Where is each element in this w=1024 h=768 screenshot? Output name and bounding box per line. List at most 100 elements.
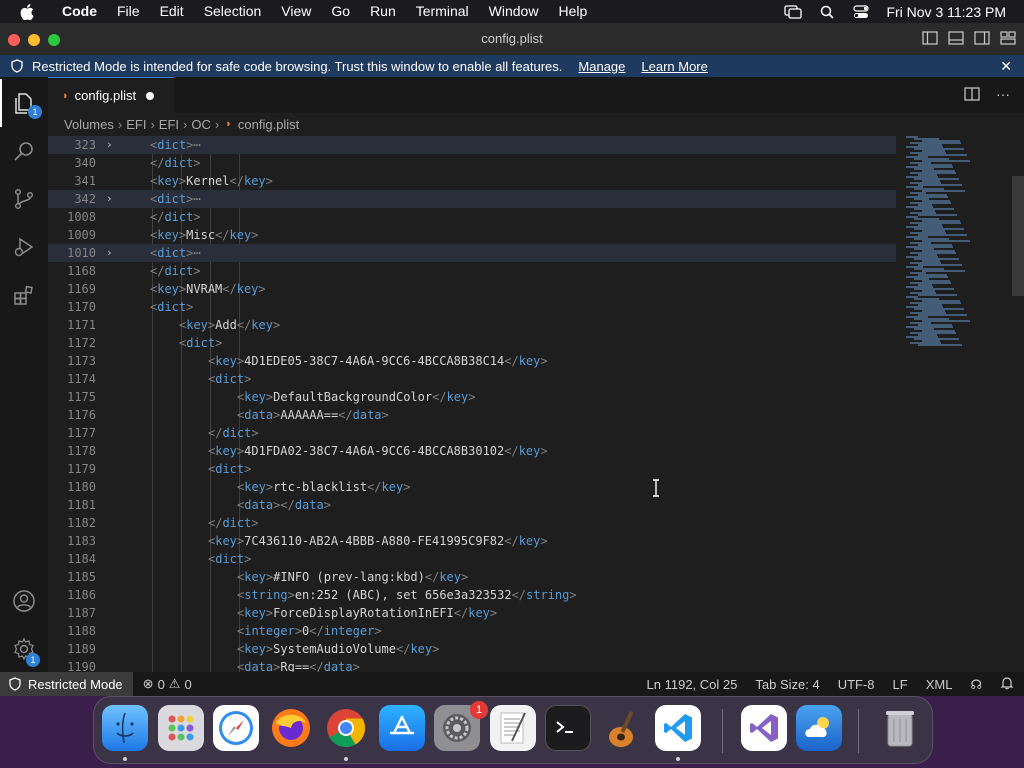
toggle-secondary-sidebar-icon[interactable] — [974, 31, 990, 45]
toggle-panel-icon[interactable] — [948, 31, 964, 45]
menubar-clock[interactable]: Fri Nov 3 11:23 PM — [886, 4, 1006, 20]
code-line[interactable]: 1184 <dict> — [48, 550, 896, 568]
code-line[interactable]: 1189 <key>SystemAudioVolume</key> — [48, 640, 896, 658]
encoding-status[interactable]: UTF-8 — [838, 677, 875, 692]
menu-app-name[interactable]: Code — [52, 0, 107, 23]
code-line[interactable]: 1188 <integer>0</integer> — [48, 622, 896, 640]
code-line[interactable]: 1179 <dict> — [48, 460, 896, 478]
explorer-icon[interactable]: 1 — [0, 79, 48, 127]
safari-icon[interactable] — [213, 705, 259, 751]
code-line[interactable]: 340 </dict> — [48, 154, 896, 172]
menu-run[interactable]: Run — [360, 0, 406, 23]
notifications-bell-icon[interactable] — [1000, 676, 1014, 693]
folded-code-line[interactable]: 342 › <dict>⋯ — [48, 190, 896, 208]
manage-gear-icon[interactable]: 1 — [0, 625, 48, 673]
menu-view[interactable]: View — [271, 0, 321, 23]
code-line[interactable]: 1180 <key>rtc-blacklist</key> — [48, 478, 896, 496]
run-and-debug-icon[interactable] — [0, 223, 48, 271]
breadcrumb-file[interactable]: config.plist — [238, 117, 299, 132]
manage-link[interactable]: Manage — [578, 59, 625, 74]
terminal-icon[interactable] — [545, 705, 591, 751]
folded-code-line[interactable]: 323 › <dict>⋯ — [48, 136, 896, 154]
code-line[interactable]: 1169 <key>NVRAM</key> — [48, 280, 896, 298]
code-editor[interactable]: 323 › <dict>⋯ 340 </dict> 341 <key>Kernel</key… — [48, 136, 1024, 672]
code-line[interactable]: 1173 <key>4D1EDE05-38C7-4A6A-9CC6-4BCCA8B… — [48, 352, 896, 370]
vertical-scrollbar[interactable] — [1012, 176, 1024, 296]
customize-layout-icon[interactable] — [1000, 31, 1016, 45]
trash-icon[interactable] — [877, 705, 923, 751]
restricted-mode-status[interactable]: Restricted Mode — [0, 672, 133, 696]
visual-studio-icon[interactable] — [741, 705, 787, 751]
menu-selection[interactable]: Selection — [194, 0, 272, 23]
eol-status[interactable]: LF — [893, 677, 908, 692]
code-line[interactable]: 341 <key>Kernel</key> — [48, 172, 896, 190]
folded-code-line[interactable]: 1010 › <dict>⋯ — [48, 244, 896, 262]
tag-name: integer — [244, 624, 295, 638]
code-line[interactable]: 1176 <data>AAAAAA==</data> — [48, 406, 896, 424]
menu-window[interactable]: Window — [479, 0, 549, 23]
menu-file[interactable]: File — [107, 0, 150, 23]
feedback-icon[interactable]: ☊ — [970, 677, 982, 693]
code-line[interactable]: 1172 <dict> — [48, 334, 896, 352]
breadcrumb-efi-2[interactable]: EFI — [159, 117, 179, 132]
search-icon[interactable] — [0, 127, 48, 175]
code-line[interactable]: 1178 <key>4D1FDA02-38C7-4A6A-9CC6-4BCCA8B… — [48, 442, 896, 460]
garageband-icon[interactable] — [600, 705, 646, 751]
code-line[interactable]: 1183 <key>7C436110-AB2A-4BBB-A880-FE41995… — [48, 532, 896, 550]
menu-terminal[interactable]: Terminal — [406, 0, 479, 23]
apple-icon[interactable] — [18, 3, 36, 20]
problems-status[interactable]: ⊗ 0 ⚠ 0 — [143, 676, 192, 692]
app-store-icon[interactable] — [379, 705, 425, 751]
extensions-icon[interactable] — [0, 271, 48, 319]
source-control-icon[interactable] — [0, 175, 48, 223]
code-line[interactable]: 1185 <key>#INFO (prev-lang:kbd)</key> — [48, 568, 896, 586]
code-line[interactable]: 1182 </dict> — [48, 514, 896, 532]
line-number: 1169 — [67, 282, 96, 296]
menu-go[interactable]: Go — [321, 0, 360, 23]
fold-chevron-icon[interactable]: › — [106, 190, 116, 208]
launchpad-icon[interactable] — [158, 705, 204, 751]
tab-size-status[interactable]: Tab Size: 4 — [755, 677, 819, 692]
code-line[interactable]: 1181 <data></data> — [48, 496, 896, 514]
fold-chevron-icon[interactable]: › — [106, 244, 116, 262]
firefox-icon[interactable] — [268, 705, 314, 751]
learn-more-link[interactable]: Learn More — [641, 59, 707, 74]
language-mode-status[interactable]: XML — [926, 677, 953, 692]
tag-name: key — [381, 480, 404, 494]
code-line[interactable]: 1171 <key>Add</key> — [48, 316, 896, 334]
code-line[interactable]: 1175 <key>DefaultBackgroundColor</key> — [48, 388, 896, 406]
control-center-icon[interactable] — [844, 0, 878, 23]
split-editor-icon[interactable] — [964, 87, 980, 106]
code-line[interactable]: 1190 <data>Rg==</data> — [48, 658, 896, 672]
weather-icon[interactable] — [796, 705, 842, 751]
screen-mirroring-icon[interactable] — [776, 0, 810, 23]
spotlight-search-icon[interactable] — [810, 0, 844, 23]
fold-chevron-icon[interactable]: › — [106, 136, 116, 154]
cursor-position-status[interactable]: Ln 1192, Col 25 — [647, 677, 738, 692]
code-line[interactable]: 1170 <dict> — [48, 298, 896, 316]
code-line[interactable]: 1187 <key>ForceDisplayRotationInEFI</key> — [48, 604, 896, 622]
more-actions-icon[interactable]: ··· — [996, 87, 1010, 106]
breadcrumb-oc[interactable]: OC — [191, 117, 211, 132]
vscode-icon[interactable] — [655, 705, 701, 751]
accounts-icon[interactable] — [0, 577, 48, 625]
breadcrumb-volumes[interactable]: Volumes — [64, 117, 114, 132]
menu-edit[interactable]: Edit — [150, 0, 194, 23]
code-line[interactable]: 1177 </dict> — [48, 424, 896, 442]
textedit-icon[interactable] — [490, 705, 536, 751]
code-line[interactable]: 1174 <dict> — [48, 370, 896, 388]
tag-bracket: > — [540, 444, 548, 458]
unsaved-dot-icon[interactable] — [146, 91, 155, 100]
minimap[interactable] — [900, 136, 1010, 356]
banner-close-icon[interactable]: ✕ — [1000, 58, 1012, 75]
code-line[interactable]: 1008 </dict> — [48, 208, 896, 226]
code-line[interactable]: 1168 </dict> — [48, 262, 896, 280]
code-line[interactable]: 1186 <string>en:252 (ABC), set 656e3a3235… — [48, 586, 896, 604]
code-line[interactable]: 1009 <key>Misc</key> — [48, 226, 896, 244]
menu-help[interactable]: Help — [548, 0, 597, 23]
breadcrumb-efi[interactable]: EFI — [126, 117, 146, 132]
chrome-icon[interactable] — [323, 705, 369, 751]
finder-icon[interactable] — [102, 705, 148, 751]
toggle-primary-sidebar-icon[interactable] — [922, 31, 938, 45]
tab-config-plist[interactable]: ◗ config.plist — [48, 77, 174, 113]
